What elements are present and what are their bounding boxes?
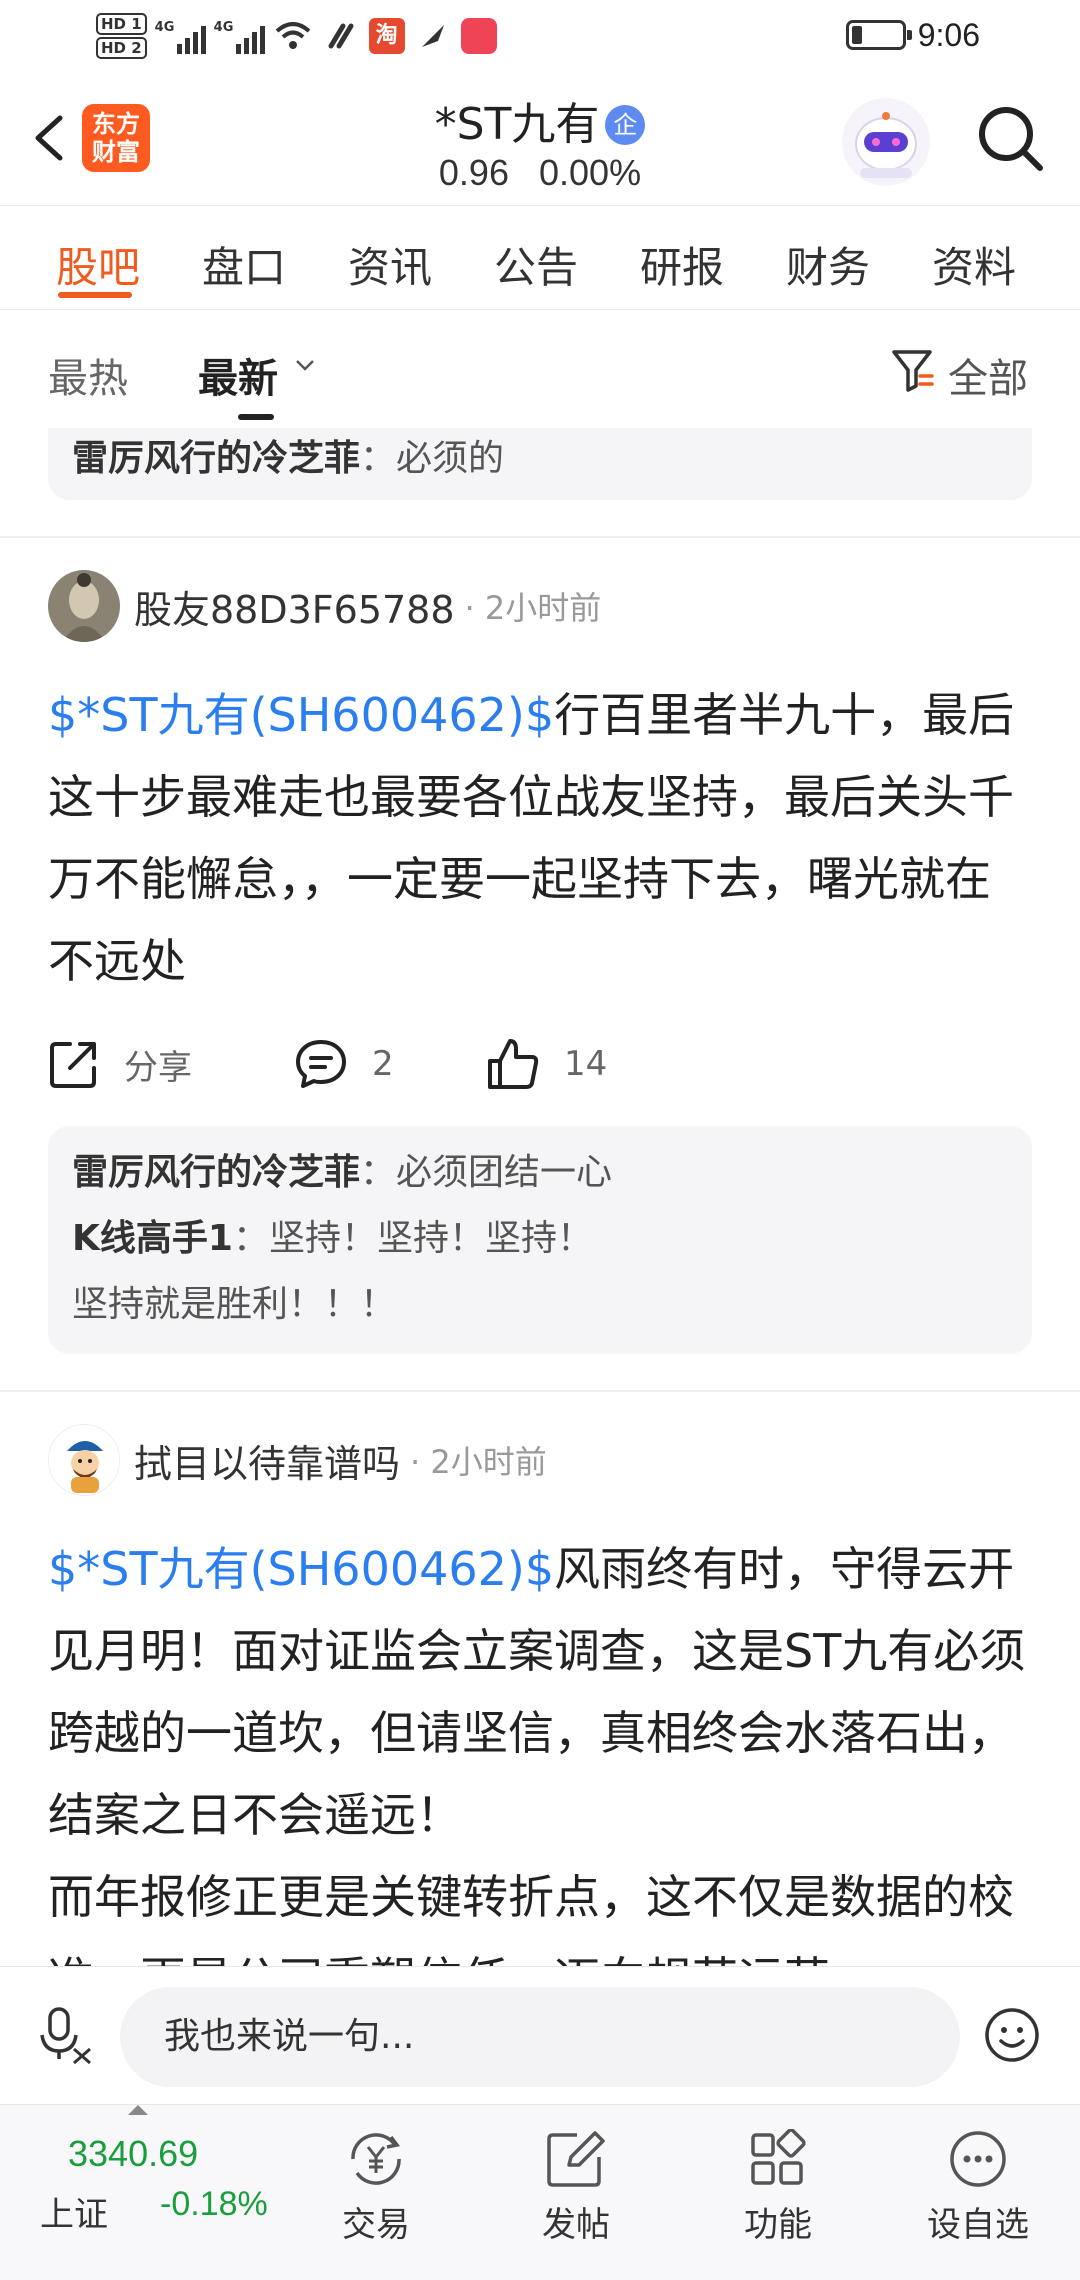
share-button[interactable]: 分享	[48, 1038, 294, 1090]
reply-user[interactable]: 雷厉风行的冷芝菲	[72, 438, 360, 479]
sort-new[interactable]: 最新	[198, 346, 278, 404]
network2-label: 4G	[213, 20, 234, 35]
index-value[interactable]: 3340.69	[68, 2133, 198, 2175]
stock-mention-link[interactable]: $*ST九有(SH600462)$	[48, 1542, 554, 1596]
tab-announcements[interactable]: 公告	[494, 234, 578, 295]
reply-user[interactable]: K线高手1	[72, 1218, 233, 1259]
post-body[interactable]: $*ST九有(SH600462)$风雨终有时，守得云开见月明！面对证监会立案调查…	[48, 1528, 1032, 1966]
comment-bar: 我也来说一句...	[0, 1966, 1080, 2104]
post-author[interactable]: 股友88D3F65788	[134, 579, 455, 634]
avatar[interactable]	[48, 1424, 120, 1496]
reply-text: ：坚持！坚持！坚持！	[232, 1218, 593, 1259]
signal-1-icon: 4G	[155, 18, 206, 54]
tab-guba[interactable]: 股吧	[56, 234, 140, 295]
post-text-paragraph: 而年报修正更是关键转折点，这不仅是数据的校准，更是公司重塑信任、迈向规范运营	[48, 1870, 1014, 1966]
search-button[interactable]	[972, 100, 1052, 180]
chevron-down-icon[interactable]	[294, 354, 316, 376]
post-feed: 雷厉风行的冷芝菲：必须的 股友88D3F65788 · 2小时前 $*ST九有(…	[0, 428, 1080, 1966]
voice-input-icon[interactable]	[36, 2005, 96, 2065]
nav-functions[interactable]: 功能	[698, 2119, 858, 2269]
reply-item[interactable]: 雷厉风行的冷芝菲：必须团结一心	[72, 1140, 1008, 1206]
hd-indicator: HD 1 HD 2	[96, 12, 147, 60]
reply-item[interactable]: K线高手1：坚持！坚持！坚持！	[72, 1206, 1008, 1272]
share-icon	[50, 1042, 96, 1088]
nav-post-label: 发帖	[542, 2205, 610, 2245]
shop-app-icon	[460, 18, 497, 54]
post-header: 拭目以待靠谱吗 · 2小时前	[48, 1392, 1032, 1528]
stock-name: *ST九有	[434, 99, 600, 150]
stock-tabs: 股吧 盘口 资讯 公告 研报 财务 资料	[0, 206, 1080, 310]
stock-header: 东方 财富 *ST九有企 0.96 0.00%	[0, 70, 1080, 206]
taobao-icon: 淘	[368, 18, 405, 54]
comment-icon	[296, 1040, 346, 1088]
thumbs-up-icon	[488, 1039, 539, 1089]
edit-post-icon	[547, 2131, 605, 2187]
nav-add-watchlist-label: 设自选	[927, 2205, 1029, 2245]
like-button[interactable]: 14	[486, 1037, 607, 1091]
more-dots-icon	[950, 2131, 1006, 2187]
post-author[interactable]: 拭目以待靠谱吗	[134, 1433, 400, 1488]
tab-profile[interactable]: 资料	[932, 234, 1016, 295]
stock-change: 0.00%	[539, 152, 642, 193]
reply-item[interactable]: 坚持就是胜利！！！	[72, 1272, 1008, 1338]
share-label: 分享	[124, 1047, 192, 1088]
clock: 9:06	[917, 16, 980, 53]
tab-pankou[interactable]: 盘口	[202, 234, 286, 295]
reply-text: ：必须的	[360, 438, 505, 479]
post-time: · 2小时前	[410, 1443, 547, 1481]
emoji-icon[interactable]	[982, 2005, 1042, 2065]
ai-assistant-robot-icon[interactable]	[842, 98, 930, 186]
nav-trade-label: 交易	[342, 2205, 410, 2245]
tab-news[interactable]: 资讯	[348, 234, 432, 295]
tab-finance[interactable]: 财务	[786, 234, 870, 295]
nav-trade[interactable]: 交易	[296, 2119, 456, 2269]
reply-text: 坚持就是胜利！！！	[72, 1284, 397, 1325]
hd2-label: HD 2	[96, 37, 147, 59]
active-tab-indicator	[58, 292, 132, 298]
reply-item[interactable]: 雷厉风行的冷芝菲：必须的	[72, 428, 1008, 490]
tab-research[interactable]: 研报	[640, 234, 724, 295]
enterprise-badge-icon: 企	[605, 105, 646, 145]
signal-2-icon: 4G	[214, 18, 265, 54]
post-body[interactable]: $*ST九有(SH600462)$行百里者半九十，最后这十步最难走也最要各位战友…	[48, 674, 1032, 1002]
stock-price: 0.96	[438, 152, 509, 193]
nfc-icon	[321, 18, 361, 54]
hd1-label: HD 1	[96, 13, 147, 35]
sort-hot[interactable]: 最热	[48, 346, 128, 404]
post-time: · 2小时前	[464, 589, 602, 627]
grid-function-icon	[751, 2129, 806, 2185]
bottom-navigation: 3340.69 上证 -0.18% 交易 发帖 功能 设自选	[0, 2104, 1080, 2280]
nav-functions-label: 功能	[744, 2205, 812, 2245]
nav-post[interactable]: 发帖	[496, 2119, 656, 2269]
comment-input[interactable]: 我也来说一句...	[120, 1987, 960, 2087]
index-name[interactable]: 上证	[40, 2187, 108, 2236]
post-card[interactable]: 股友88D3F65788 · 2小时前 $*ST九有(SH600462)$行百里…	[0, 538, 1080, 1354]
reply-user[interactable]: 雷厉风行的冷芝菲	[72, 1152, 360, 1193]
search-icon	[979, 107, 1043, 171]
caret-up-icon	[128, 2105, 148, 2115]
index-change[interactable]: -0.18%	[160, 2185, 268, 2224]
stock-mention-link[interactable]: $*ST九有(SH600462)$	[48, 688, 554, 742]
sort-active-indicator	[238, 414, 274, 420]
comment-button[interactable]: 2	[294, 1038, 486, 1090]
wifi-icon	[273, 18, 313, 54]
status-bar: HD 1 HD 2 4G 4G 淘 9:06	[0, 0, 1080, 70]
post-card[interactable]: 拭目以待靠谱吗 · 2小时前 $*ST九有(SH600462)$风雨终有时，守得…	[0, 1392, 1080, 1966]
sort-bar: 最热 最新 全部	[0, 310, 1080, 428]
nav-add-watchlist[interactable]: 设自选	[898, 2119, 1058, 2269]
post-header: 股友88D3F65788 · 2小时前	[48, 538, 1032, 674]
reply-preview-box[interactable]: 雷厉风行的冷芝菲：必须的	[48, 428, 1032, 500]
reply-text: ：必须团结一心	[360, 1152, 613, 1193]
post-actions: 分享 2 14	[48, 1002, 1032, 1126]
network1-label: 4G	[154, 20, 175, 35]
reply-preview-box[interactable]: 雷厉风行的冷芝菲：必须团结一心 K线高手1：坚持！坚持！坚持！ 坚持就是胜利！！…	[48, 1126, 1032, 1354]
like-count: 14	[564, 1044, 608, 1084]
feather-icon	[413, 18, 453, 54]
battery-icon	[845, 20, 912, 50]
comment-count: 2	[372, 1044, 394, 1084]
filter-icon[interactable]	[890, 346, 934, 394]
avatar[interactable]	[48, 570, 120, 642]
filter-label[interactable]: 全部	[948, 346, 1028, 404]
yen-exchange-icon	[351, 2133, 401, 2185]
